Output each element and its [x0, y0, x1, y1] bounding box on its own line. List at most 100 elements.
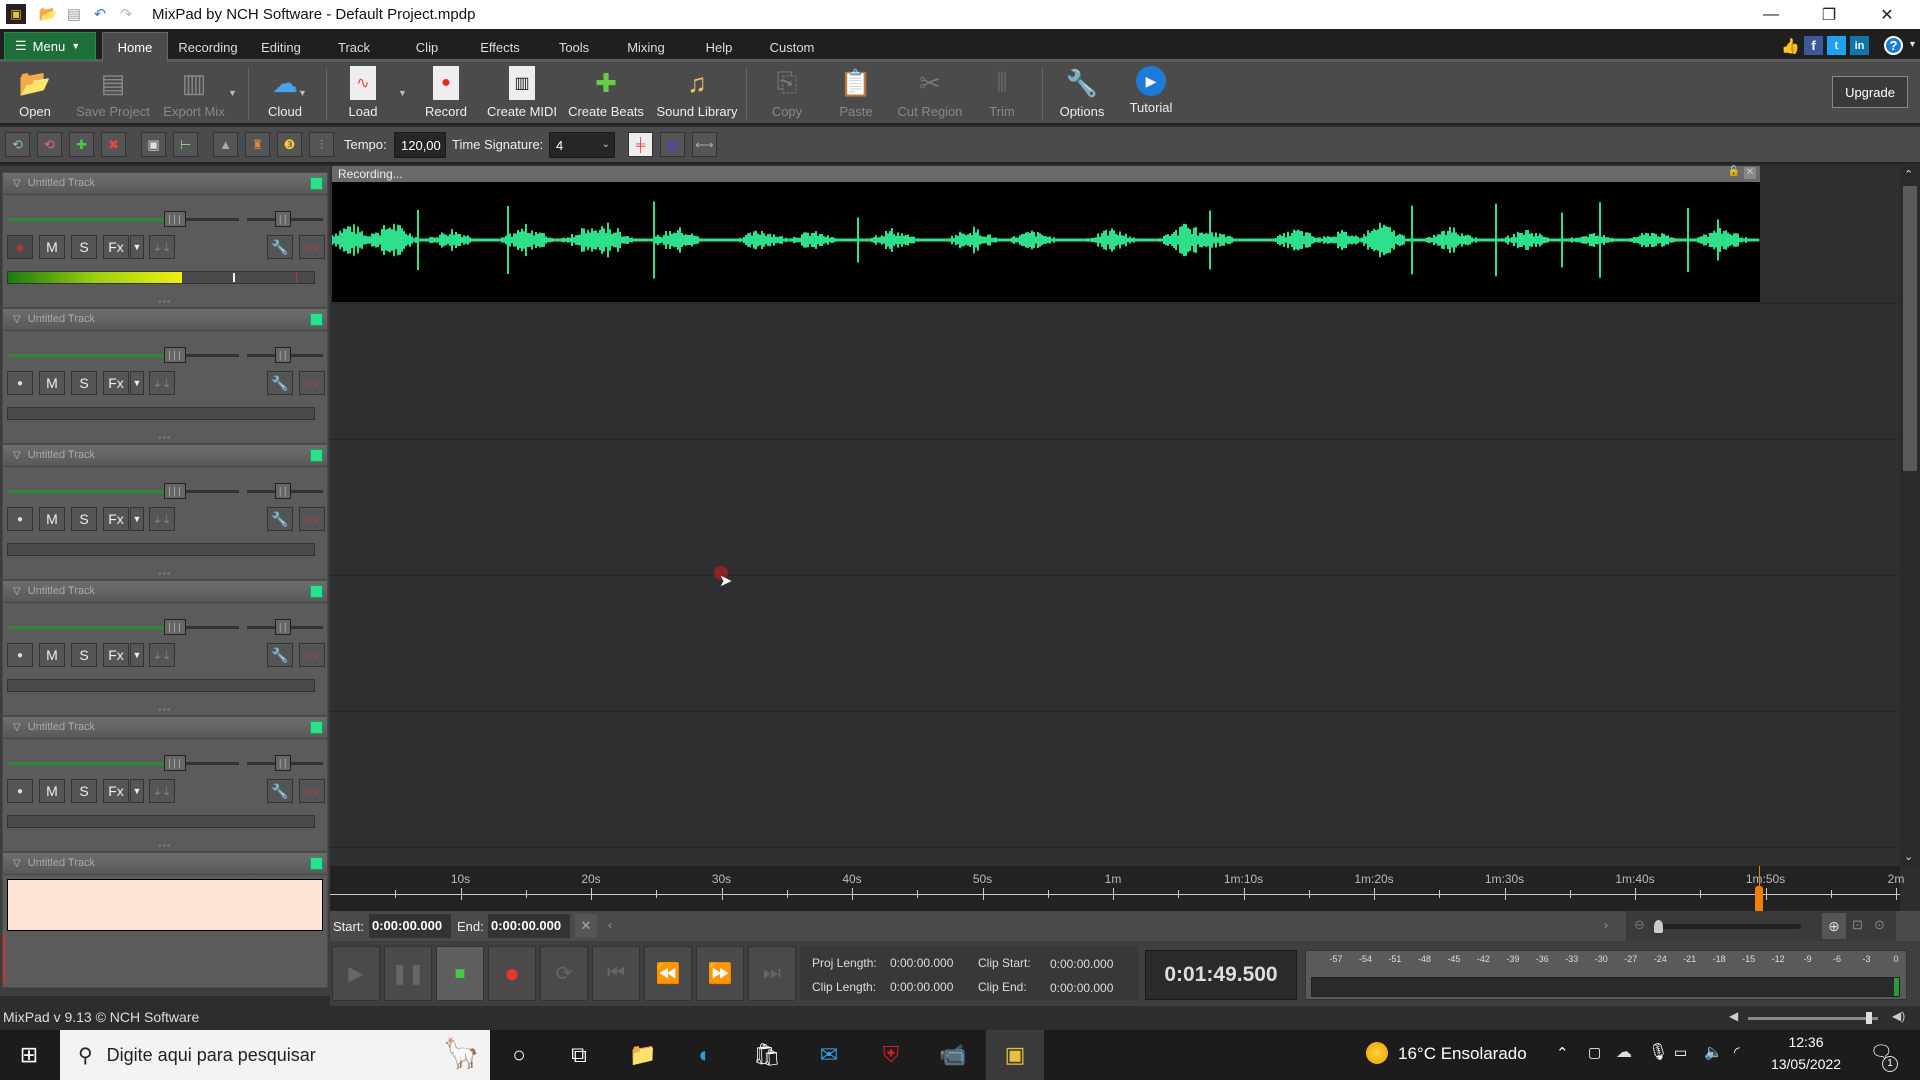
zoom-in-icon[interactable]: ⊕ [1822, 913, 1846, 939]
pan-slider[interactable]: ││ [247, 619, 323, 635]
export-mix-button[interactable]: ▥ Export Mix [162, 66, 226, 124]
input-monitor-icon[interactable]: ⇣⇣ [149, 235, 175, 259]
fx-button[interactable]: Fx [103, 643, 129, 667]
file-explorer-icon[interactable]: 📁 [614, 1030, 672, 1080]
pan-slider[interactable]: ││ [247, 211, 323, 227]
task-view-icon[interactable]: ⧉ [550, 1030, 608, 1080]
track-name[interactable]: Untitled Track [28, 313, 95, 325]
twitter-icon[interactable]: t [1827, 36, 1846, 55]
tab-mixing[interactable]: Mixing [618, 32, 674, 62]
fx-dropdown-icon[interactable]: ▼ [130, 371, 144, 395]
zoom-out-icon[interactable]: ⊖ [1634, 917, 1645, 933]
track-header[interactable]: ▽ Untitled Track [3, 309, 327, 331]
zoom-full-icon[interactable]: ⊙ [1874, 917, 1885, 933]
input-monitor-icon[interactable]: ⇣⇣ [149, 643, 175, 667]
fx-button[interactable]: Fx [103, 371, 129, 395]
scroll-right-icon[interactable]: › [1604, 918, 1608, 932]
track-header[interactable]: ▽ Untitled Track [3, 173, 327, 195]
copy-button[interactable]: ⎘ Copy [768, 66, 806, 124]
fit-icon[interactable]: ⟷ [692, 132, 717, 157]
windows-start-icon[interactable]: ⊞ [0, 1030, 58, 1080]
mute-button[interactable]: M [39, 507, 65, 531]
solo-button[interactable]: S [71, 507, 97, 531]
track-2[interactable]: ▽ Untitled Track │││ ││ ● M S Fx ▼ ⇣⇣ 🔧 … [2, 308, 328, 444]
mute-button[interactable]: M [39, 779, 65, 803]
maximize-button[interactable]: ❐ [1800, 0, 1858, 29]
track-color-swatch[interactable] [310, 721, 323, 734]
cloud-dropdown-icon[interactable]: ▼ [298, 88, 307, 98]
pan-slider[interactable]: ││ [247, 755, 323, 771]
track-resize-handle[interactable]: ••• [158, 569, 172, 580]
cortana-icon[interactable]: ○ [490, 1030, 548, 1080]
track-settings-wrench-icon[interactable]: 🔧 [267, 235, 293, 259]
tab-track[interactable]: Track [326, 32, 382, 62]
pan-slider[interactable]: ││ [247, 347, 323, 363]
end-time-input[interactable]: 0:00:00.000 [488, 914, 570, 938]
track-settings-wrench-icon[interactable]: 🔧 [267, 507, 293, 531]
cut-region-button[interactable]: ✂ Cut Region [897, 66, 962, 124]
facebook-icon[interactable]: f [1804, 36, 1823, 55]
fx-dropdown-icon[interactable]: ▼ [130, 779, 144, 803]
mcafee-icon[interactable]: ⛨ [862, 1030, 920, 1080]
solo-button[interactable]: S [71, 779, 97, 803]
undo-icon[interactable]: ↶ [90, 4, 110, 24]
close-clip-icon[interactable]: ✕ [1744, 167, 1756, 179]
open-button[interactable]: 📂 Open [14, 66, 56, 124]
track-name[interactable]: Untitled Track [28, 857, 95, 869]
add-tracks-icon[interactable]: ✚ [69, 132, 94, 157]
automation-envelope-icon[interactable]: 〰 [299, 371, 325, 395]
master-volume-slider[interactable] [1748, 1012, 1878, 1024]
automation-envelope-icon[interactable]: 〰 [299, 235, 325, 259]
volume-slider[interactable]: │││ [9, 211, 239, 227]
like-icon[interactable]: 👍 [1781, 36, 1800, 55]
tutorial-button[interactable]: ▶ Tutorial [1126, 66, 1176, 124]
track-header[interactable]: ▽ Untitled Track [3, 445, 327, 467]
tab-recording[interactable]: Recording [172, 32, 244, 62]
pan-slider-thumb[interactable]: ││ [275, 755, 291, 771]
redo-icon[interactable]: ↷ [116, 4, 136, 24]
metronome-settings-icon[interactable]: ♜ [245, 132, 270, 157]
track-name[interactable]: Untitled Track [28, 177, 95, 189]
volume-slider[interactable]: │││ [9, 755, 239, 771]
track-resize-handle[interactable]: ••• [158, 705, 172, 716]
mixer-icon[interactable]: ⫶ [309, 132, 334, 157]
onedrive-icon[interactable]: ☁ [1616, 1042, 1632, 1062]
solo-button[interactable]: S [71, 235, 97, 259]
record-arm-button[interactable]: ● [7, 507, 33, 531]
clock-date[interactable]: 13/05/2022 [1766, 1056, 1846, 1072]
master-volume-thumb[interactable] [1865, 1012, 1872, 1024]
taskbar-search[interactable]: ⚲ Digite aqui para pesquisar 🦙 [60, 1030, 490, 1080]
timeline-area[interactable]: Recording... 🔓 ✕ ➤ [330, 166, 1900, 866]
solo-button[interactable]: S [71, 371, 97, 395]
clock-time[interactable]: 12:36 [1766, 1034, 1846, 1050]
zoom-slider-thumb[interactable] [1654, 920, 1663, 933]
fx-button[interactable]: Fx [103, 507, 129, 531]
input-monitor-icon[interactable]: ⇣⇣ [149, 371, 175, 395]
tempo-input[interactable]: 120,00 [394, 132, 446, 158]
volume-slider-thumb[interactable]: │││ [164, 347, 186, 363]
close-button[interactable]: ✕ [1858, 0, 1916, 29]
sound-library-button[interactable]: ♫ Sound Library [656, 66, 738, 124]
input-monitor-icon[interactable]: ⇣⇣ [149, 507, 175, 531]
track-color-swatch[interactable] [310, 313, 323, 326]
go-to-end-button[interactable]: ⏭ [748, 946, 796, 1001]
volume-slider-thumb[interactable]: │││ [164, 755, 186, 771]
marker-icon[interactable]: ⊢ [173, 132, 198, 157]
trim-button[interactable]: ⦀ Trim [986, 66, 1018, 124]
pan-slider-thumb[interactable]: ││ [275, 347, 291, 363]
export-dropdown-icon[interactable]: ▼ [228, 88, 237, 98]
speaker-icon[interactable]: 🔈 [1704, 1043, 1723, 1061]
create-beats-button[interactable]: ✚ Create Beats [568, 66, 644, 124]
pause-button[interactable]: ❚❚ [384, 946, 432, 1001]
mixpad-taskbar-icon[interactable]: ▣ [986, 1030, 1044, 1080]
volume-slider-thumb[interactable]: │││ [164, 211, 186, 227]
save-quick-icon[interactable]: ▤ [64, 4, 84, 24]
remove-track-icon[interactable]: ⟲ [37, 132, 62, 157]
load-button[interactable]: ∿ Load [344, 66, 382, 124]
stop-button[interactable]: ■ [436, 946, 484, 1001]
help-icon[interactable]: ? [1884, 36, 1903, 55]
show-hidden-icons[interactable]: ⌃ [1556, 1044, 1569, 1062]
mute-button[interactable]: M [39, 235, 65, 259]
track-header[interactable]: ▽ Untitled Track [3, 717, 327, 739]
go-to-start-button[interactable]: ⏮ [592, 946, 640, 1001]
